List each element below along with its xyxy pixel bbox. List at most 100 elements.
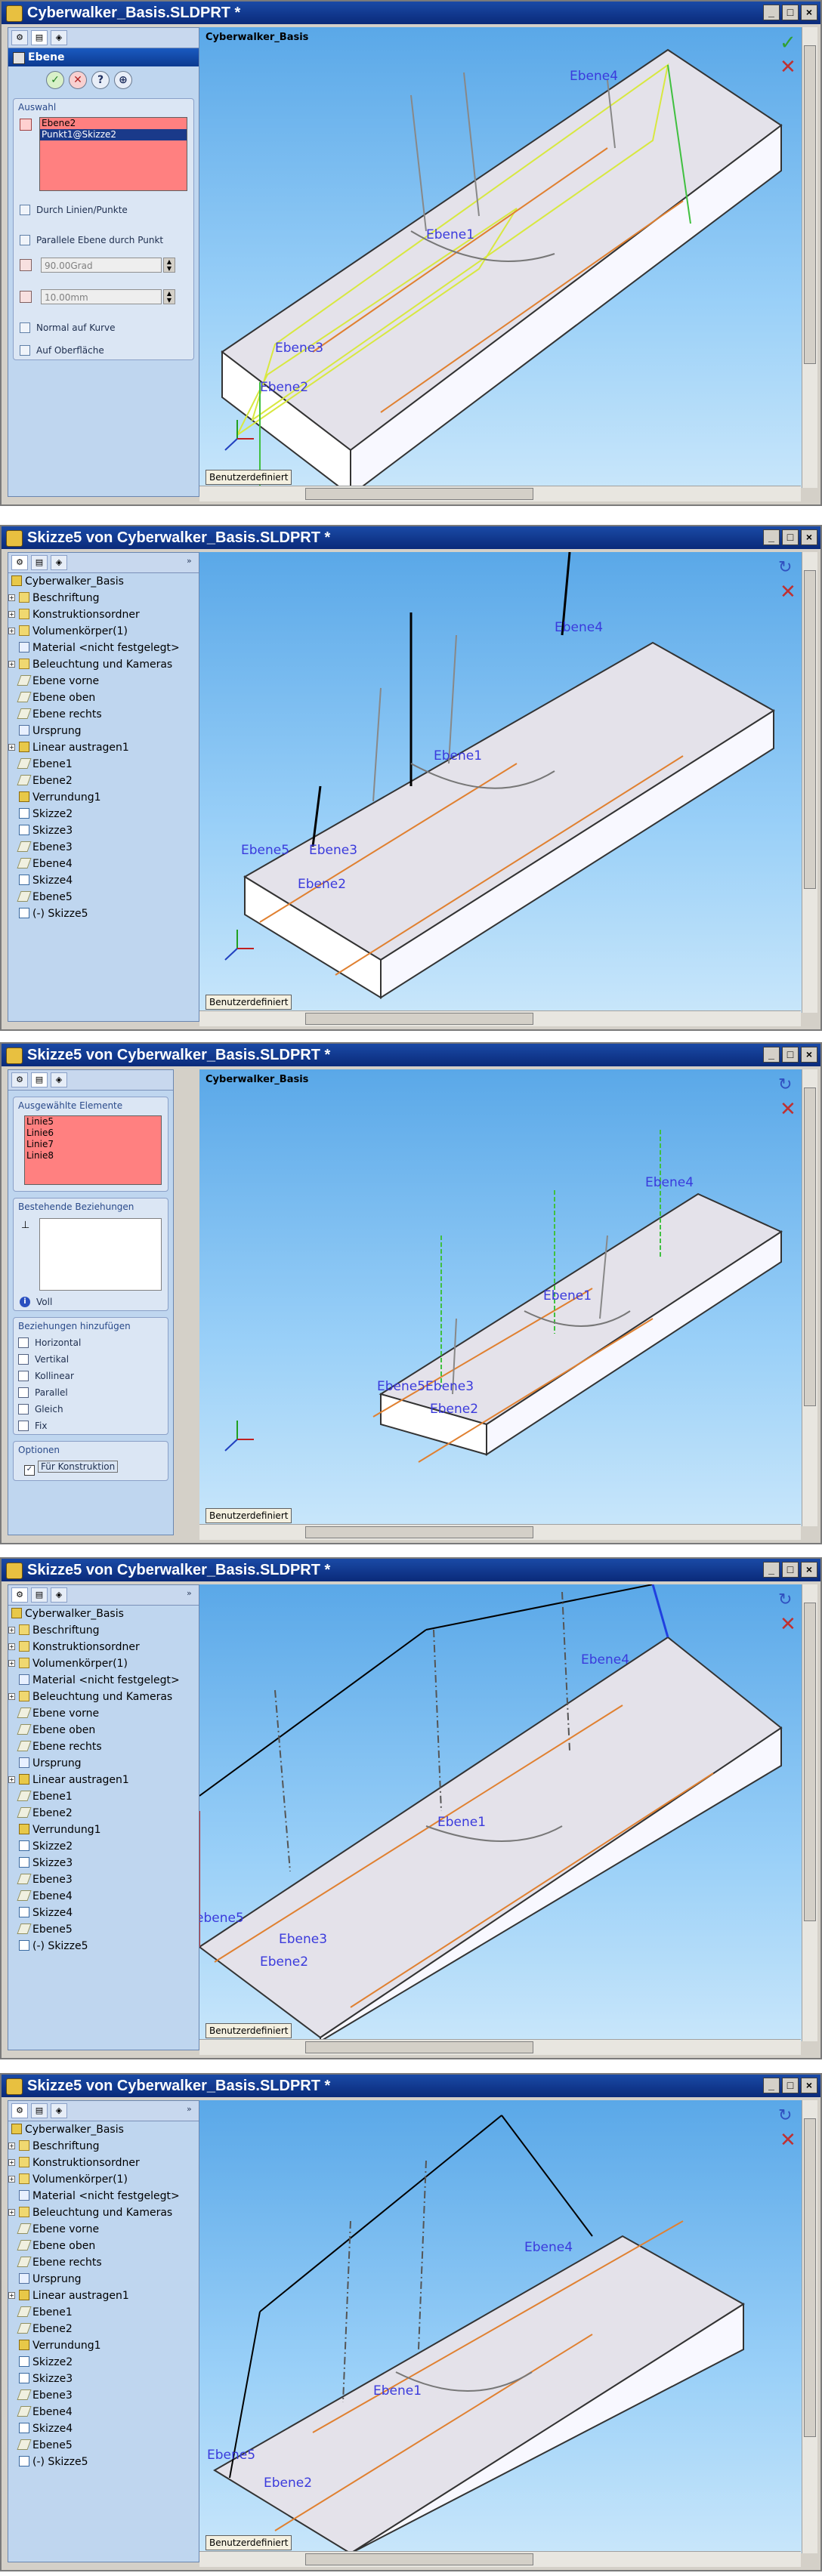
graphics-area[interactable]: Ebene4 Ebene1 ebene5 Ebene3 Ebene2 ↻ ✕ B… — [199, 1584, 804, 2041]
tree-item[interactable]: Verrundung1 — [8, 1822, 199, 1838]
rebuild-icon[interactable]: ↻ — [778, 1590, 798, 1610]
tree-item[interactable]: Ebene oben — [8, 2238, 199, 2254]
tree-item[interactable]: Ebene1 — [8, 756, 199, 773]
tree-item[interactable]: + Linear austragen1 — [8, 739, 199, 756]
selection-item[interactable]: Ebene2 — [40, 118, 187, 129]
configuration-tab[interactable]: ◈ — [51, 555, 67, 570]
maximize-button[interactable]: □ — [782, 5, 799, 20]
tree-item[interactable]: + Beleuchtung und Kameras — [8, 1689, 199, 1705]
close-button[interactable]: × — [801, 2078, 817, 2093]
tree-item[interactable]: Ebene oben — [8, 690, 199, 706]
view-orientation-label[interactable]: Benutzerdefiniert — [206, 2535, 292, 2550]
rebuild-icon[interactable]: ↻ — [778, 558, 798, 578]
exit-sketch-icon[interactable]: ✕ — [780, 2130, 799, 2150]
expand-icon[interactable]: + — [8, 2292, 15, 2299]
tree-item[interactable]: Skizze3 — [8, 1855, 199, 1871]
expand-icon[interactable]: + — [8, 2159, 15, 2166]
exit-sketch-icon[interactable]: ✕ — [780, 1615, 799, 1634]
selection-item[interactable]: Linie7 — [25, 1139, 161, 1150]
tree-item[interactable]: Ebene rechts — [8, 1738, 199, 1755]
maximize-button[interactable]: □ — [782, 1562, 799, 1578]
rebuild-icon[interactable]: ↻ — [778, 1075, 798, 1095]
existing-relations-list[interactable] — [39, 1218, 162, 1291]
title-bar[interactable]: Skizze5 von Cyberwalker_Basis.SLDPRT * _… — [2, 1559, 820, 1581]
graphics-area[interactable]: Ebene4 Ebene1 Ebene5 Ebene3 Ebene2 ↻ ✕ B… — [199, 552, 804, 1013]
maximize-button[interactable]: □ — [782, 1047, 799, 1063]
view-orientation-label[interactable]: Benutzerdefiniert — [206, 2023, 292, 2038]
tree-item[interactable]: Skizze4 — [8, 2420, 199, 2437]
tree-item[interactable]: Skizze4 — [8, 872, 199, 889]
view-orientation-label[interactable]: Benutzerdefiniert — [206, 995, 292, 1010]
vertical-scrollbar[interactable] — [802, 2100, 817, 2553]
tree-root[interactable]: Cyberwalker_Basis — [8, 1606, 199, 1622]
tree-item[interactable]: Material <nicht festgelegt> — [8, 2188, 199, 2204]
exit-sketch-icon[interactable]: ✕ — [780, 582, 799, 602]
title-bar[interactable]: Skizze5 von Cyberwalker_Basis.SLDPRT * _… — [2, 2075, 820, 2097]
scroll-thumb[interactable] — [804, 1087, 816, 1406]
expand-icon[interactable]: + — [8, 594, 15, 601]
tree-item[interactable]: Skizze3 — [8, 822, 199, 839]
expand-icon[interactable]: + — [8, 2209, 15, 2216]
vertical-scrollbar[interactable] — [802, 1584, 817, 2041]
configuration-tab[interactable]: ◈ — [51, 30, 67, 45]
help-button[interactable]: ? — [91, 71, 110, 89]
selection-list[interactable]: Ebene2 Punkt1@Skizze2 — [39, 117, 187, 191]
tree-item[interactable]: Material <nicht festgelegt> — [8, 1672, 199, 1689]
property-manager-tab[interactable]: ▤ — [31, 555, 48, 570]
tree-item[interactable]: Ebene vorne — [8, 1705, 199, 1722]
tree-item[interactable]: (-) Skizze5 — [8, 1938, 199, 1954]
configuration-tab[interactable]: ◈ — [51, 1587, 67, 1603]
relation-horizontal-button[interactable]: Horizontal — [14, 1334, 168, 1351]
horizontal-scrollbar[interactable] — [199, 1524, 801, 1540]
scroll-thumb[interactable] — [305, 1526, 533, 1538]
close-button[interactable]: × — [801, 1047, 817, 1063]
feature-tree-tab[interactable]: ⚙ — [11, 555, 28, 570]
expand-icon[interactable]: + — [8, 611, 15, 618]
horizontal-scrollbar[interactable] — [199, 2039, 801, 2055]
maximize-button[interactable]: □ — [782, 2078, 799, 2093]
expand-icon[interactable]: + — [8, 628, 15, 634]
close-button[interactable]: × — [801, 1562, 817, 1578]
tree-item[interactable]: Skizze2 — [8, 2354, 199, 2371]
scroll-thumb[interactable] — [804, 45, 816, 364]
tree-root[interactable]: Cyberwalker_Basis — [8, 573, 199, 590]
tree-item[interactable]: Ebene1 — [8, 1788, 199, 1805]
tree-item[interactable]: Skizze2 — [8, 1838, 199, 1855]
tree-item[interactable]: Ursprung — [8, 2271, 199, 2288]
minimize-button[interactable]: _ — [763, 1562, 780, 1578]
tree-item[interactable]: Ebene vorne — [8, 2221, 199, 2238]
feature-tree-tab[interactable]: ⚙ — [11, 1072, 28, 1087]
expand-icon[interactable]: + — [8, 744, 15, 751]
minimize-button[interactable]: _ — [763, 529, 780, 545]
property-manager-tab[interactable]: ▤ — [31, 1587, 48, 1603]
tree-item[interactable]: Verrundung1 — [8, 2337, 199, 2354]
minimize-button[interactable]: _ — [763, 1047, 780, 1063]
selected-entities-list[interactable]: Linie5 Linie6 Linie7 Linie8 — [24, 1115, 162, 1185]
graphics-area[interactable]: Ebene4 Ebene1 Ebene5 Ebene2 ↻ ✕ Benutzer… — [199, 2100, 804, 2553]
tree-item[interactable]: Ebene oben — [8, 1722, 199, 1738]
tree-item[interactable]: Ebene4 — [8, 2404, 199, 2420]
tree-item[interactable]: Ebene2 — [8, 2321, 199, 2337]
property-manager-tab[interactable]: ▤ — [31, 2103, 48, 2118]
normal-to-curve-option[interactable]: Normal auf Kurve — [14, 319, 193, 336]
selection-item[interactable]: Linie6 — [25, 1128, 161, 1139]
horizontal-scrollbar[interactable] — [199, 1010, 801, 1026]
parallel-plane-option[interactable]: Parallele Ebene durch Punkt — [14, 232, 193, 248]
title-bar[interactable]: Skizze5 von Cyberwalker_Basis.SLDPRT * _… — [2, 1044, 820, 1066]
vertical-scrollbar[interactable] — [802, 1069, 817, 1526]
expand-icon[interactable]: + — [8, 1643, 15, 1650]
feature-tree-tab[interactable]: ⚙ — [11, 30, 28, 45]
tree-item[interactable]: + Volumenkörper(1) — [8, 2171, 199, 2188]
tree-item[interactable]: Ursprung — [8, 723, 199, 739]
horizontal-scrollbar[interactable] — [199, 486, 801, 501]
expand-icon[interactable]: + — [8, 2143, 15, 2149]
graphics-area[interactable]: Cyberwalker_Basis Ebene4 Ebene1 Ebene3 E… — [199, 27, 804, 488]
scroll-thumb[interactable] — [305, 1013, 533, 1025]
tree-item[interactable]: (-) Skizze5 — [8, 905, 199, 922]
tree-item[interactable]: Ebene rechts — [8, 2254, 199, 2271]
exit-sketch-icon[interactable]: ✕ — [780, 1100, 799, 1119]
expand-icon[interactable]: + — [8, 1693, 15, 1700]
tree-item[interactable]: Ebene4 — [8, 856, 199, 872]
relation-collinear-button[interactable]: Kollinear — [14, 1368, 168, 1384]
relation-parallel-button[interactable]: Parallel — [14, 1384, 168, 1401]
